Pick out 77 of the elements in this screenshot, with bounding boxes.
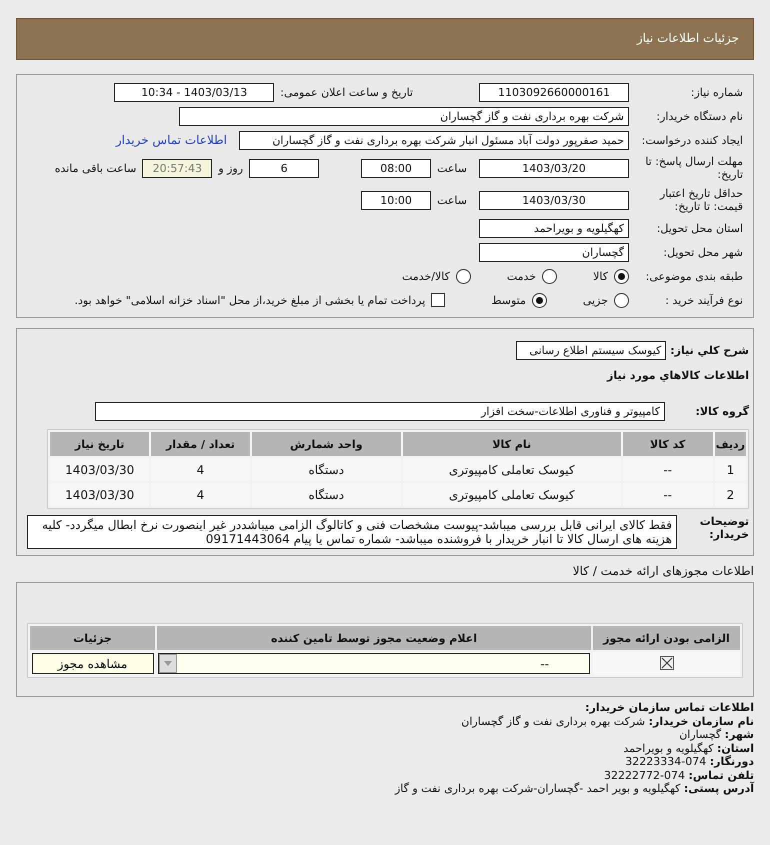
buyer-field: شرکت بهره برداری نفت و گاز گچساران [179,106,629,126]
section-heading: اطلاعات کالاهاي مورد نياز [607,368,749,382]
remaining-time-field: 20:57:43 [142,158,212,178]
column-header: نام کالا [402,432,621,456]
description-field: کیوسک سیستم اطلاع رسانی [516,340,666,360]
field-label: ساعت [437,194,467,206]
need-number-field: 1103092660000161 [479,82,629,102]
requester-field: حمید صفرپور دولت آباد مسئول انبار شرکت بهره برداری نفت و گاز گچساران [239,130,629,150]
option-label: کالا [593,270,608,282]
validity-date-field: 1403/03/30 [479,190,629,210]
table-cell: 4 [151,458,250,481]
table-cell: 1403/03/30 [50,458,150,481]
field-label: نام دستگاه خریدار: [655,110,743,122]
table-cell: دستگاه [252,483,401,506]
radio-button[interactable] [542,268,558,284]
contact-line: شهر: گچساران [678,728,754,742]
checkbox[interactable] [431,293,446,307]
announce-date-field: 1403/03/13 - 10:34 [114,82,274,102]
page-title: جزئیات اطلاعات نیاز [16,18,754,60]
field-label: نوع فرآیند خرید : [664,294,743,306]
column-header: تعداد / مقدار [151,432,250,456]
section-title: اطلاعات مجوزهای ارائه خدمت / کالا [572,564,754,578]
status-dropdown[interactable]: -- [158,653,590,674]
column-header: جزئیات [30,626,155,650]
field-label: گروه کالا: [694,404,749,418]
column-header: رديف [714,432,746,456]
buyer-contact-link[interactable]: اطلاعات تماس خریدار [116,133,227,147]
province-field: کهگیلویه و بویراحمد [479,218,629,238]
contact-line: نام سازمان خریدار: شرکت بهره برداری نفت و گاز گچساران [460,714,754,728]
field-label: شرح کلي نياز: [670,344,749,356]
field-label: روز و [218,162,244,174]
option-label: متوسط [491,294,526,306]
column-header: اعلام وضعیت مجوز توسط تامین کننده [157,626,591,650]
table-cell: کیوسک تعاملی کامپیوتری [402,483,621,506]
contact-line: استان: کهگیلویه و بویراحمد [622,742,754,755]
field-label: حداقل تاریخ اعتبار قیمت: تا تاریخ: [658,187,743,213]
table-cell: -- [622,483,713,506]
table-cell: 4 [151,483,250,506]
field-label: تاریخ و ساعت اعلان عمومی: [280,86,413,98]
notes-field: فقط کالای ایرانی قابل بررسی میباشد-پیوست مشخصات فنی و کاتالوگ الزامی میباشددر غیر اینصورت نرخ ابطال میگردد- کلیه هزینه های ارسال کالا تا انبار خریدار با فروشنده میباشد- شماره تماس یا پیام 09171443064 [27,515,677,549]
validity-time-field: 10:00 [361,190,432,210]
column-header: کد کالا [622,432,713,456]
column-header: تاریخ نیاز [50,432,150,456]
field-label: ایجاد کننده درخواست: [640,134,743,146]
table-cell: 1 [714,458,746,481]
radio-button[interactable] [614,268,629,284]
contact-heading: اطلاعات تماس سازمان خریدار: [584,701,754,714]
deadline-time-field: 08:00 [361,158,432,178]
table-cell: کیوسک تعاملی کامپیوتری [402,458,621,481]
deadline-date-field: 1403/03/20 [479,158,629,178]
option-label: پرداخت تمام یا بخشی از مبلغ خرید،از محل "اسناد خزانه اسلامی" خواهد بود. [74,294,426,306]
table-cell: 2 [714,483,746,506]
radio-button[interactable] [614,292,629,308]
field-label: طبقه بندی موضوعی: [644,270,743,282]
option-label: کالا/خدمت [402,270,450,282]
field-label: شهر محل تحویل: [662,246,743,258]
field-label: ساعت [437,162,467,174]
field-label: ساعت باقی مانده [54,162,136,174]
field-label: شماره نیاز: [690,86,743,98]
checkbox[interactable] [660,656,674,670]
column-header: الزامی بودن ارائه مجوز [593,626,740,650]
option-label: خدمت [506,270,536,282]
table-cell: -- [622,458,713,481]
field-label: استان محل تحویل: [656,222,743,234]
field-label: توضیحات خریدار: [698,515,749,541]
contact-line: آدرس پستی: کهگیلویه و بویر احمد -گچساران-شرکت بهره برداری نفت و گاز [394,782,754,796]
radio-button[interactable] [456,268,471,284]
table-cell: 1403/03/30 [50,483,150,506]
option-label: جزیی [582,294,608,306]
field-label: مهلت ارسال پاسخ: تا تاریخ: [644,155,743,181]
days-field: 6 [249,158,320,178]
table-cell: دستگاه [252,458,401,481]
group-field: کامپیوتر و فناوری اطلاعات-سخت افزار [95,402,665,420]
column-header: واحد شمارش [252,432,401,456]
city-field: گچساران [479,242,629,262]
radio-button[interactable] [532,292,547,308]
view-license-button[interactable]: مشاهده مجوز [32,653,154,674]
